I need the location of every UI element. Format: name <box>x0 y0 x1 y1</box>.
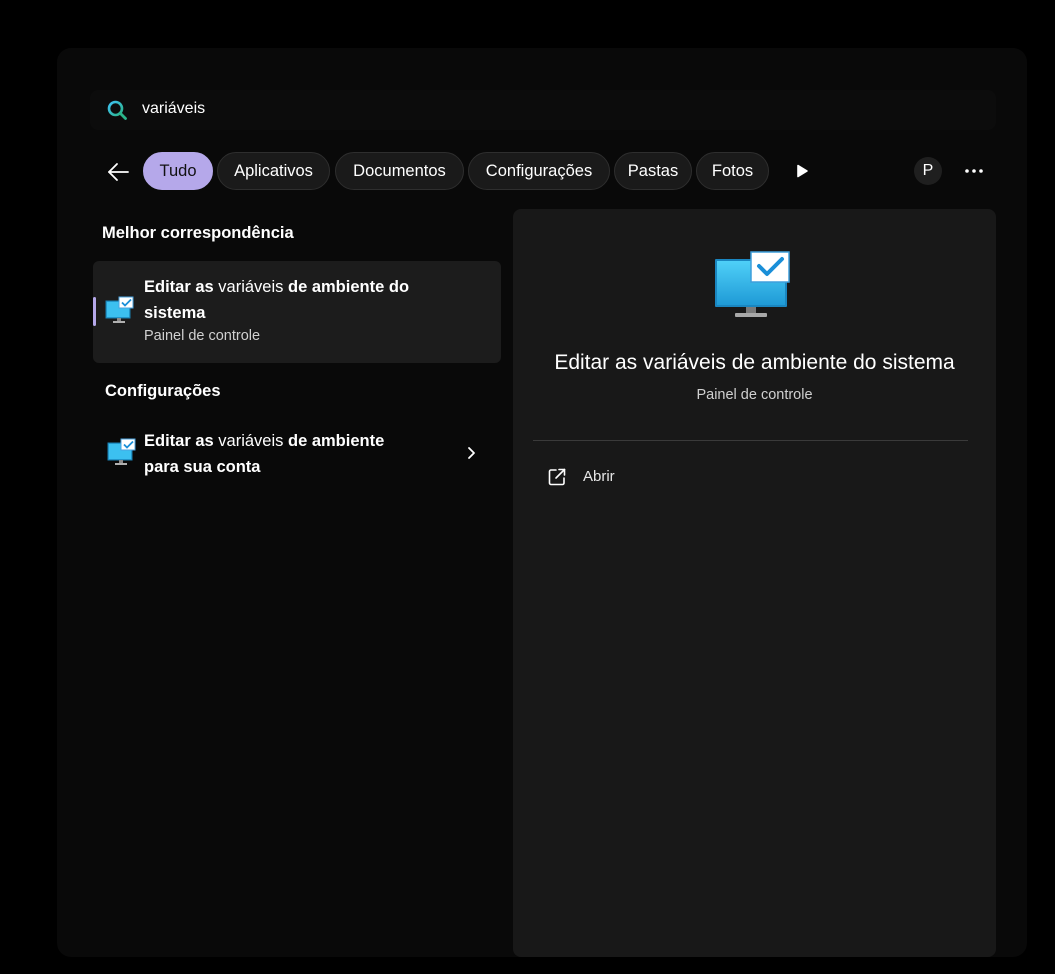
settings-result-title: Editar as variáveis de ambiente para sua… <box>144 432 385 476</box>
tab-aplicativos[interactable]: Aplicativos <box>217 152 330 190</box>
best-match-title: Editar as variáveis de ambiente do siste… <box>144 278 410 322</box>
detail-subtitle: Painel de controle <box>696 387 813 403</box>
filter-bar: Tudo Aplicativos Documentos Configuraçõe… <box>100 152 1000 192</box>
open-external-icon <box>548 468 566 486</box>
chevron-right-icon[interactable] <box>465 446 479 460</box>
search-icon <box>107 100 127 120</box>
settings-result[interactable]: Editar as variáveis de ambiente para sua… <box>93 420 501 486</box>
monitor-check-icon <box>715 251 790 317</box>
tab-pastas[interactable]: Pastas <box>614 152 692 190</box>
settings-section-heading: Configurações <box>105 382 221 400</box>
open-action-label: Abrir <box>583 468 615 485</box>
tab-tudo[interactable]: Tudo <box>143 152 213 190</box>
monitor-check-icon <box>107 438 136 465</box>
search-box[interactable]: variáveis <box>90 90 996 130</box>
tab-documentos[interactable]: Documentos <box>335 152 464 190</box>
open-action[interactable]: Abrir <box>547 467 747 489</box>
play-icon[interactable] <box>794 163 810 179</box>
tab-configuracoes[interactable]: Configurações <box>468 152 610 190</box>
detail-title: Editar as variáveis de ambiente do siste… <box>554 351 955 374</box>
best-match-result[interactable]: Editar as variáveis de ambiente do siste… <box>93 261 501 363</box>
best-match-subtitle: Painel de controle <box>144 328 261 344</box>
monitor-check-icon <box>105 296 134 323</box>
selection-indicator <box>93 297 96 326</box>
detail-pane: Editar as variáveis de ambiente do siste… <box>513 209 996 957</box>
divider <box>533 440 968 441</box>
best-match-heading: Melhor correspondência <box>102 224 294 242</box>
ellipsis-icon[interactable] <box>962 162 986 180</box>
back-arrow-icon[interactable] <box>106 160 130 184</box>
search-input[interactable]: variáveis <box>142 100 205 118</box>
avatar[interactable]: P <box>914 157 942 185</box>
tab-fotos[interactable]: Fotos <box>696 152 769 190</box>
